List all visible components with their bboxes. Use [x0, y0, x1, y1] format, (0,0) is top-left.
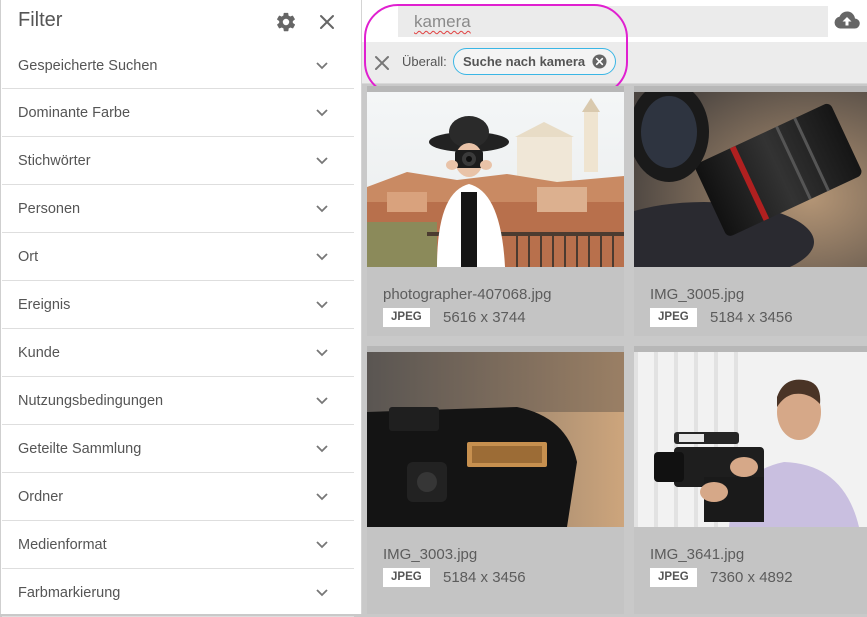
asset-dimensions: 5184 x 3456	[443, 569, 526, 586]
sidebar-title: Filter	[18, 9, 63, 31]
asset-card[interactable]: IMG_3641.jpg JPEG 7360 x 4892	[634, 346, 867, 614]
chevron-down-icon	[316, 541, 328, 549]
asset-thumbnail	[367, 92, 624, 267]
search-value: kamera	[414, 12, 471, 31]
filter-label: Stichwörter	[18, 153, 91, 169]
asset-name: photographer-407068.jpg	[383, 286, 552, 303]
filter-label: Kunde	[18, 345, 60, 361]
asset-thumbnail	[634, 352, 867, 527]
asset-card[interactable]: photographer-407068.jpg JPEG 5616 x 3744	[367, 86, 624, 336]
file-type-badge: JPEG	[650, 568, 697, 587]
filter-item-keywords[interactable]: Stichwörter	[2, 137, 354, 185]
asset-card[interactable]: IMG_3003.jpg JPEG 5184 x 3456	[367, 346, 624, 614]
clear-filters-icon[interactable]	[374, 55, 390, 71]
filter-list: Gespeicherte Suchen Dominante Farbe Stic…	[2, 42, 354, 617]
asset-name: IMG_3003.jpg	[383, 546, 478, 563]
filter-item-folder[interactable]: Ordner	[2, 473, 354, 521]
filter-item-customer[interactable]: Kunde	[2, 329, 354, 377]
asset-grid: photographer-407068.jpg JPEG 5616 x 3744	[362, 84, 867, 614]
sidebar-header: Filter	[1, 0, 361, 42]
asset-thumbnail	[367, 352, 624, 527]
asset-dimensions: 5184 x 3456	[710, 309, 793, 326]
filter-item-shared-collection[interactable]: Geteilte Sammlung	[2, 425, 354, 473]
asset-name: IMG_3641.jpg	[650, 546, 745, 563]
chevron-down-icon	[316, 493, 328, 501]
filter-item-event[interactable]: Ereignis	[2, 281, 354, 329]
asset-dimensions: 7360 x 4892	[710, 569, 793, 586]
search-bar: kamera	[362, 0, 867, 42]
remove-chip-icon[interactable]	[592, 54, 607, 69]
cloud-upload-icon[interactable]	[834, 10, 860, 32]
filter-label: Farbmarkierung	[18, 585, 121, 601]
filter-label: Personen	[18, 201, 81, 217]
chevron-down-icon	[316, 253, 328, 261]
chevron-down-icon	[316, 301, 328, 309]
filter-label: Nutzungsbedingungen	[18, 393, 164, 409]
file-type-badge: JPEG	[383, 568, 430, 587]
chevron-down-icon	[316, 62, 328, 70]
chevron-down-icon	[316, 397, 328, 405]
filter-label: Geteilte Sammlung	[18, 441, 142, 457]
chevron-down-icon	[316, 205, 328, 213]
scope-label: Überall:	[402, 54, 447, 69]
filter-label: Medienformat	[18, 537, 107, 553]
asset-name: IMG_3005.jpg	[650, 286, 745, 303]
file-type-badge: JPEG	[383, 308, 430, 327]
file-type-badge: JPEG	[650, 308, 697, 327]
filter-item-saved-searches[interactable]: Gespeicherte Suchen	[2, 42, 354, 89]
asset-dimensions: 5616 x 3744	[443, 309, 526, 326]
filter-item-terms-of-use[interactable]: Nutzungsbedingungen	[2, 377, 354, 425]
asset-thumbnail	[634, 92, 867, 267]
chevron-down-icon	[316, 109, 328, 117]
chevron-down-icon	[316, 349, 328, 357]
chevron-down-icon	[316, 445, 328, 453]
filter-label: Gespeicherte Suchen	[18, 58, 158, 74]
filter-label: Ordner	[18, 489, 64, 505]
filter-label: Dominante Farbe	[18, 105, 131, 121]
asset-card[interactable]: IMG_3005.jpg JPEG 5184 x 3456	[634, 86, 867, 336]
filter-item-color-label[interactable]: Farbmarkierung	[2, 569, 354, 617]
filter-label: Ort	[18, 249, 39, 265]
filter-label: Ereignis	[18, 297, 71, 313]
search-filter-chip[interactable]: Suche nach kamera	[453, 48, 617, 75]
chip-label: Suche nach kamera	[463, 54, 586, 69]
search-input[interactable]: kamera	[398, 6, 828, 37]
chevron-down-icon	[316, 589, 328, 597]
filter-item-dominant-color[interactable]: Dominante Farbe	[2, 89, 354, 137]
filter-item-location[interactable]: Ort	[2, 233, 354, 281]
filter-item-people[interactable]: Personen	[2, 185, 354, 233]
filter-item-media-format[interactable]: Medienformat	[2, 521, 354, 569]
filter-sidebar: Filter Gespeicherte Suchen Dominante Far…	[0, 0, 362, 617]
close-icon[interactable]	[317, 12, 337, 32]
chevron-down-icon	[316, 157, 328, 165]
gear-icon[interactable]	[275, 11, 297, 33]
active-filter-bar: Überall: Suche nach kamera	[362, 42, 867, 84]
